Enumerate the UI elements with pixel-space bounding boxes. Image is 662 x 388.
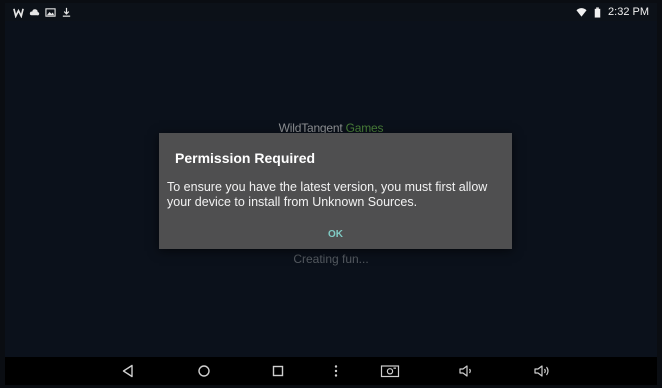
recents-icon (272, 365, 284, 377)
home-button[interactable] (189, 357, 219, 385)
dialog-message: To ensure you have the latest version, y… (167, 180, 488, 209)
recents-button[interactable] (263, 357, 293, 385)
ok-button[interactable]: OK (313, 225, 358, 243)
cloud-icon (29, 8, 40, 15)
gallery-icon (45, 7, 56, 17)
menu-button[interactable] (321, 357, 351, 385)
status-bar: 2:32 PM (5, 3, 657, 21)
wildtangent-w-icon (13, 8, 24, 18)
menu-icon (334, 365, 338, 377)
device-screen: 2:32 PM WildTangent Games Creating fun..… (5, 3, 657, 385)
volume-up-button[interactable] (527, 357, 557, 385)
volume-up-icon (534, 365, 549, 377)
volume-down-button[interactable] (451, 357, 481, 385)
battery-icon (594, 6, 601, 18)
permission-dialog: Permission Required To ensure you have t… (159, 133, 512, 249)
home-icon (198, 365, 210, 377)
wifi-icon (576, 7, 587, 17)
back-icon (122, 364, 133, 378)
screenshot-button[interactable] (375, 357, 405, 385)
back-button[interactable] (113, 357, 143, 385)
navigation-bar (5, 357, 657, 385)
dialog-title: Permission Required (175, 150, 316, 166)
status-time: 2:32 PM (608, 6, 649, 18)
volume-down-icon (459, 365, 471, 377)
screenshot-icon (380, 365, 400, 378)
download-icon (62, 7, 71, 17)
